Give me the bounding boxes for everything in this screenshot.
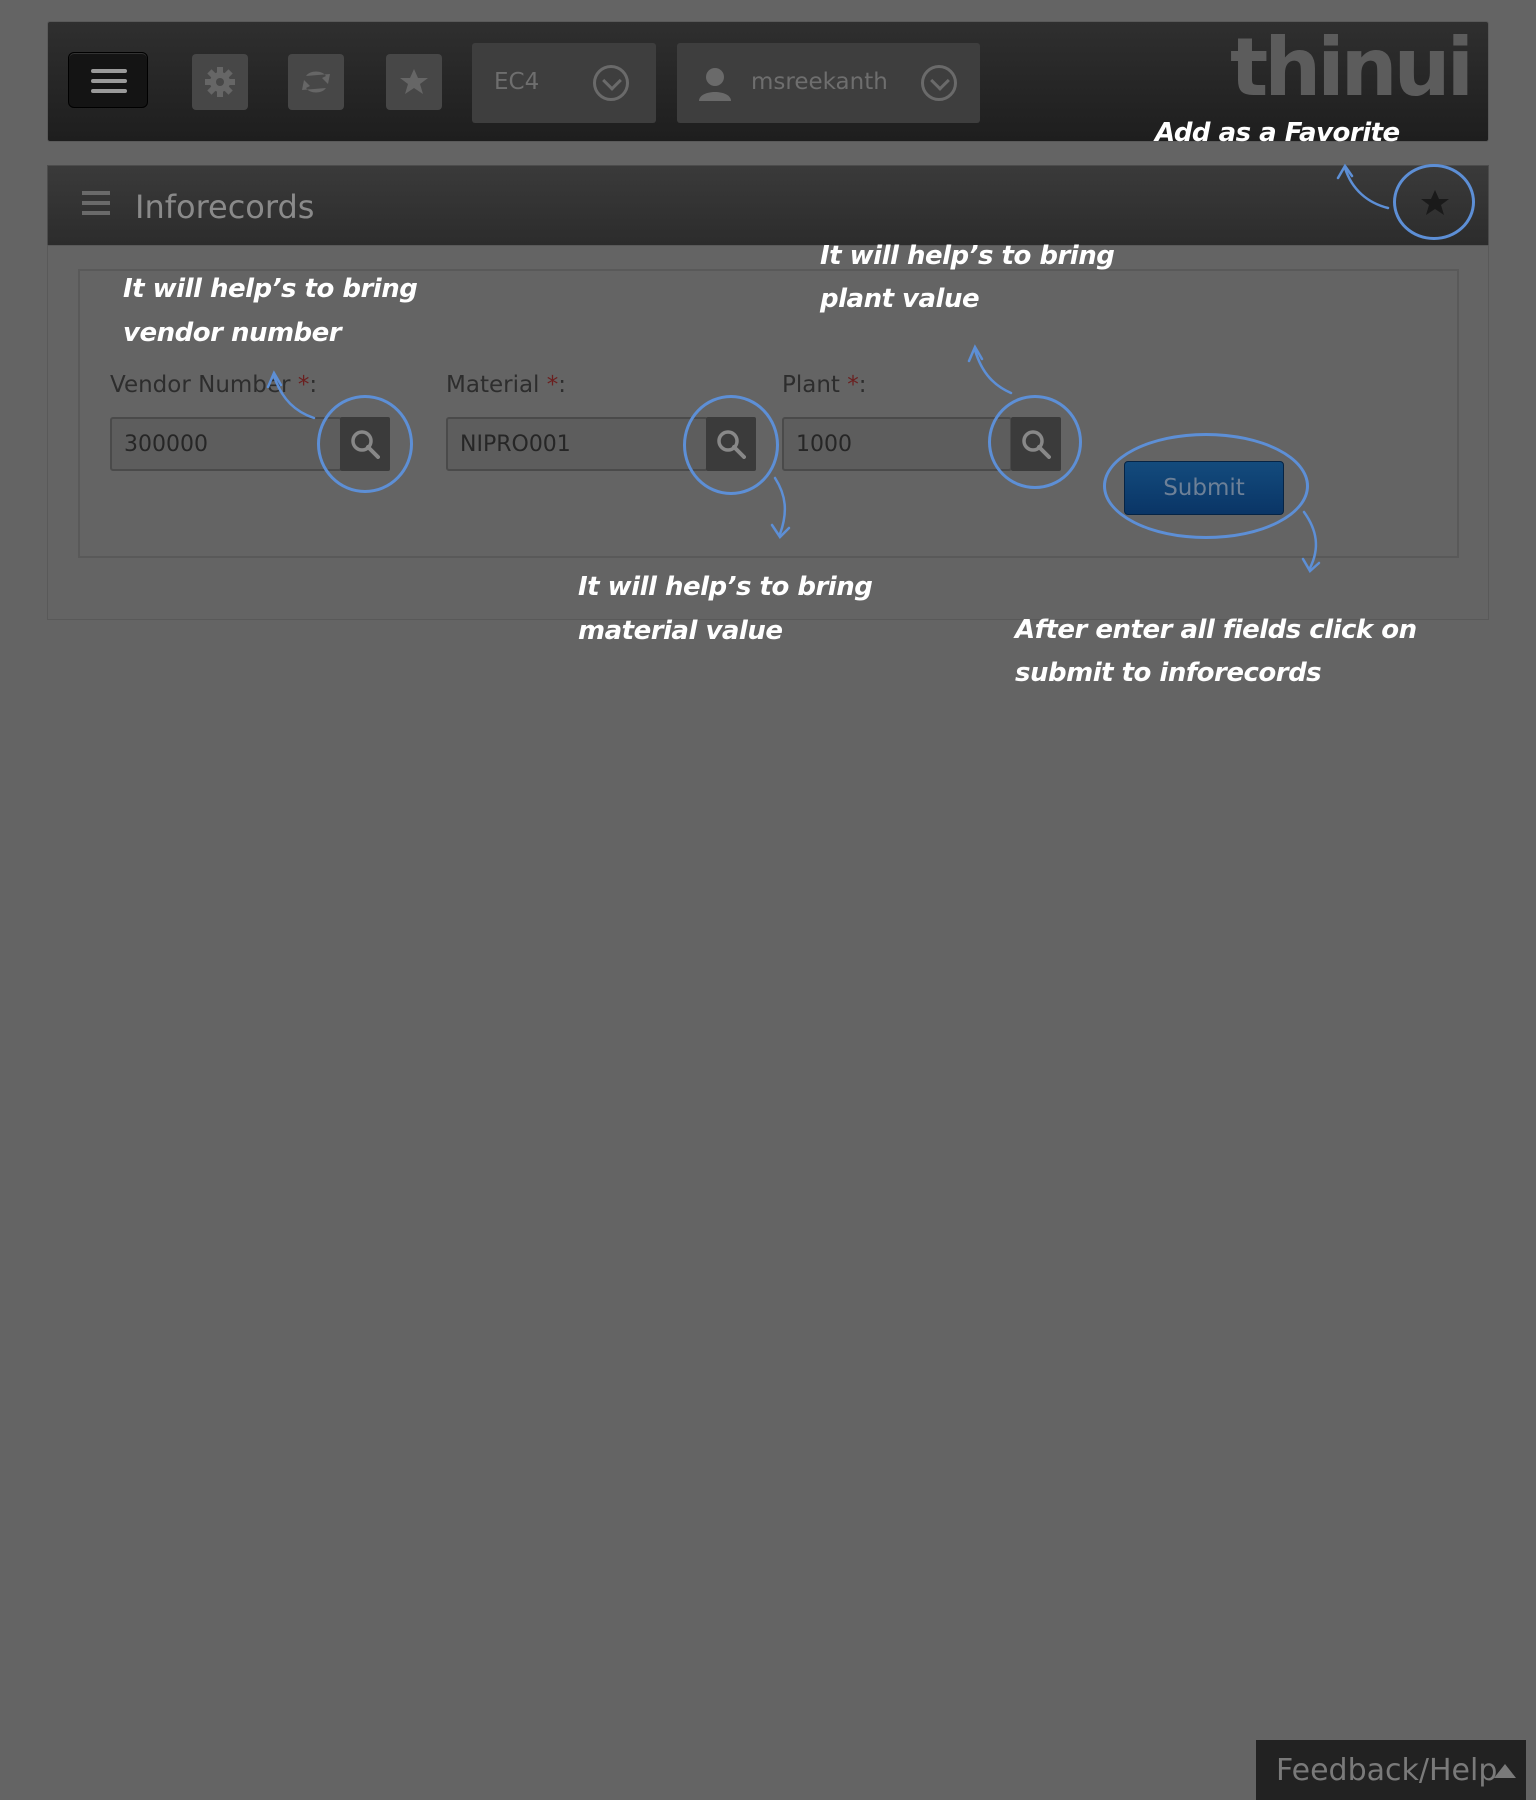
feedback-help-tab[interactable]: Feedback/Help bbox=[1256, 1740, 1526, 1800]
favorite-annotation: Add as a Favorite bbox=[1155, 118, 1400, 148]
caret-up-icon bbox=[1494, 1764, 1516, 1778]
submit-annotation-line2: submit to inforecords bbox=[1015, 658, 1322, 688]
submit-annotation-line1: After enter all fields click on bbox=[1015, 615, 1417, 645]
material-annotation-line2: material value bbox=[578, 616, 783, 646]
vendor-annotation-line1: It will help’s to bring bbox=[123, 274, 418, 304]
plant-annotation-line1: It will help’s to bring bbox=[820, 241, 1115, 271]
material-annotation-line1: It will help’s to bring bbox=[578, 572, 873, 602]
plant-annotation-line2: plant value bbox=[820, 284, 980, 314]
vendor-annotation-line2: vendor number bbox=[123, 318, 342, 348]
feedback-help-label: Feedback/Help bbox=[1276, 1753, 1498, 1788]
